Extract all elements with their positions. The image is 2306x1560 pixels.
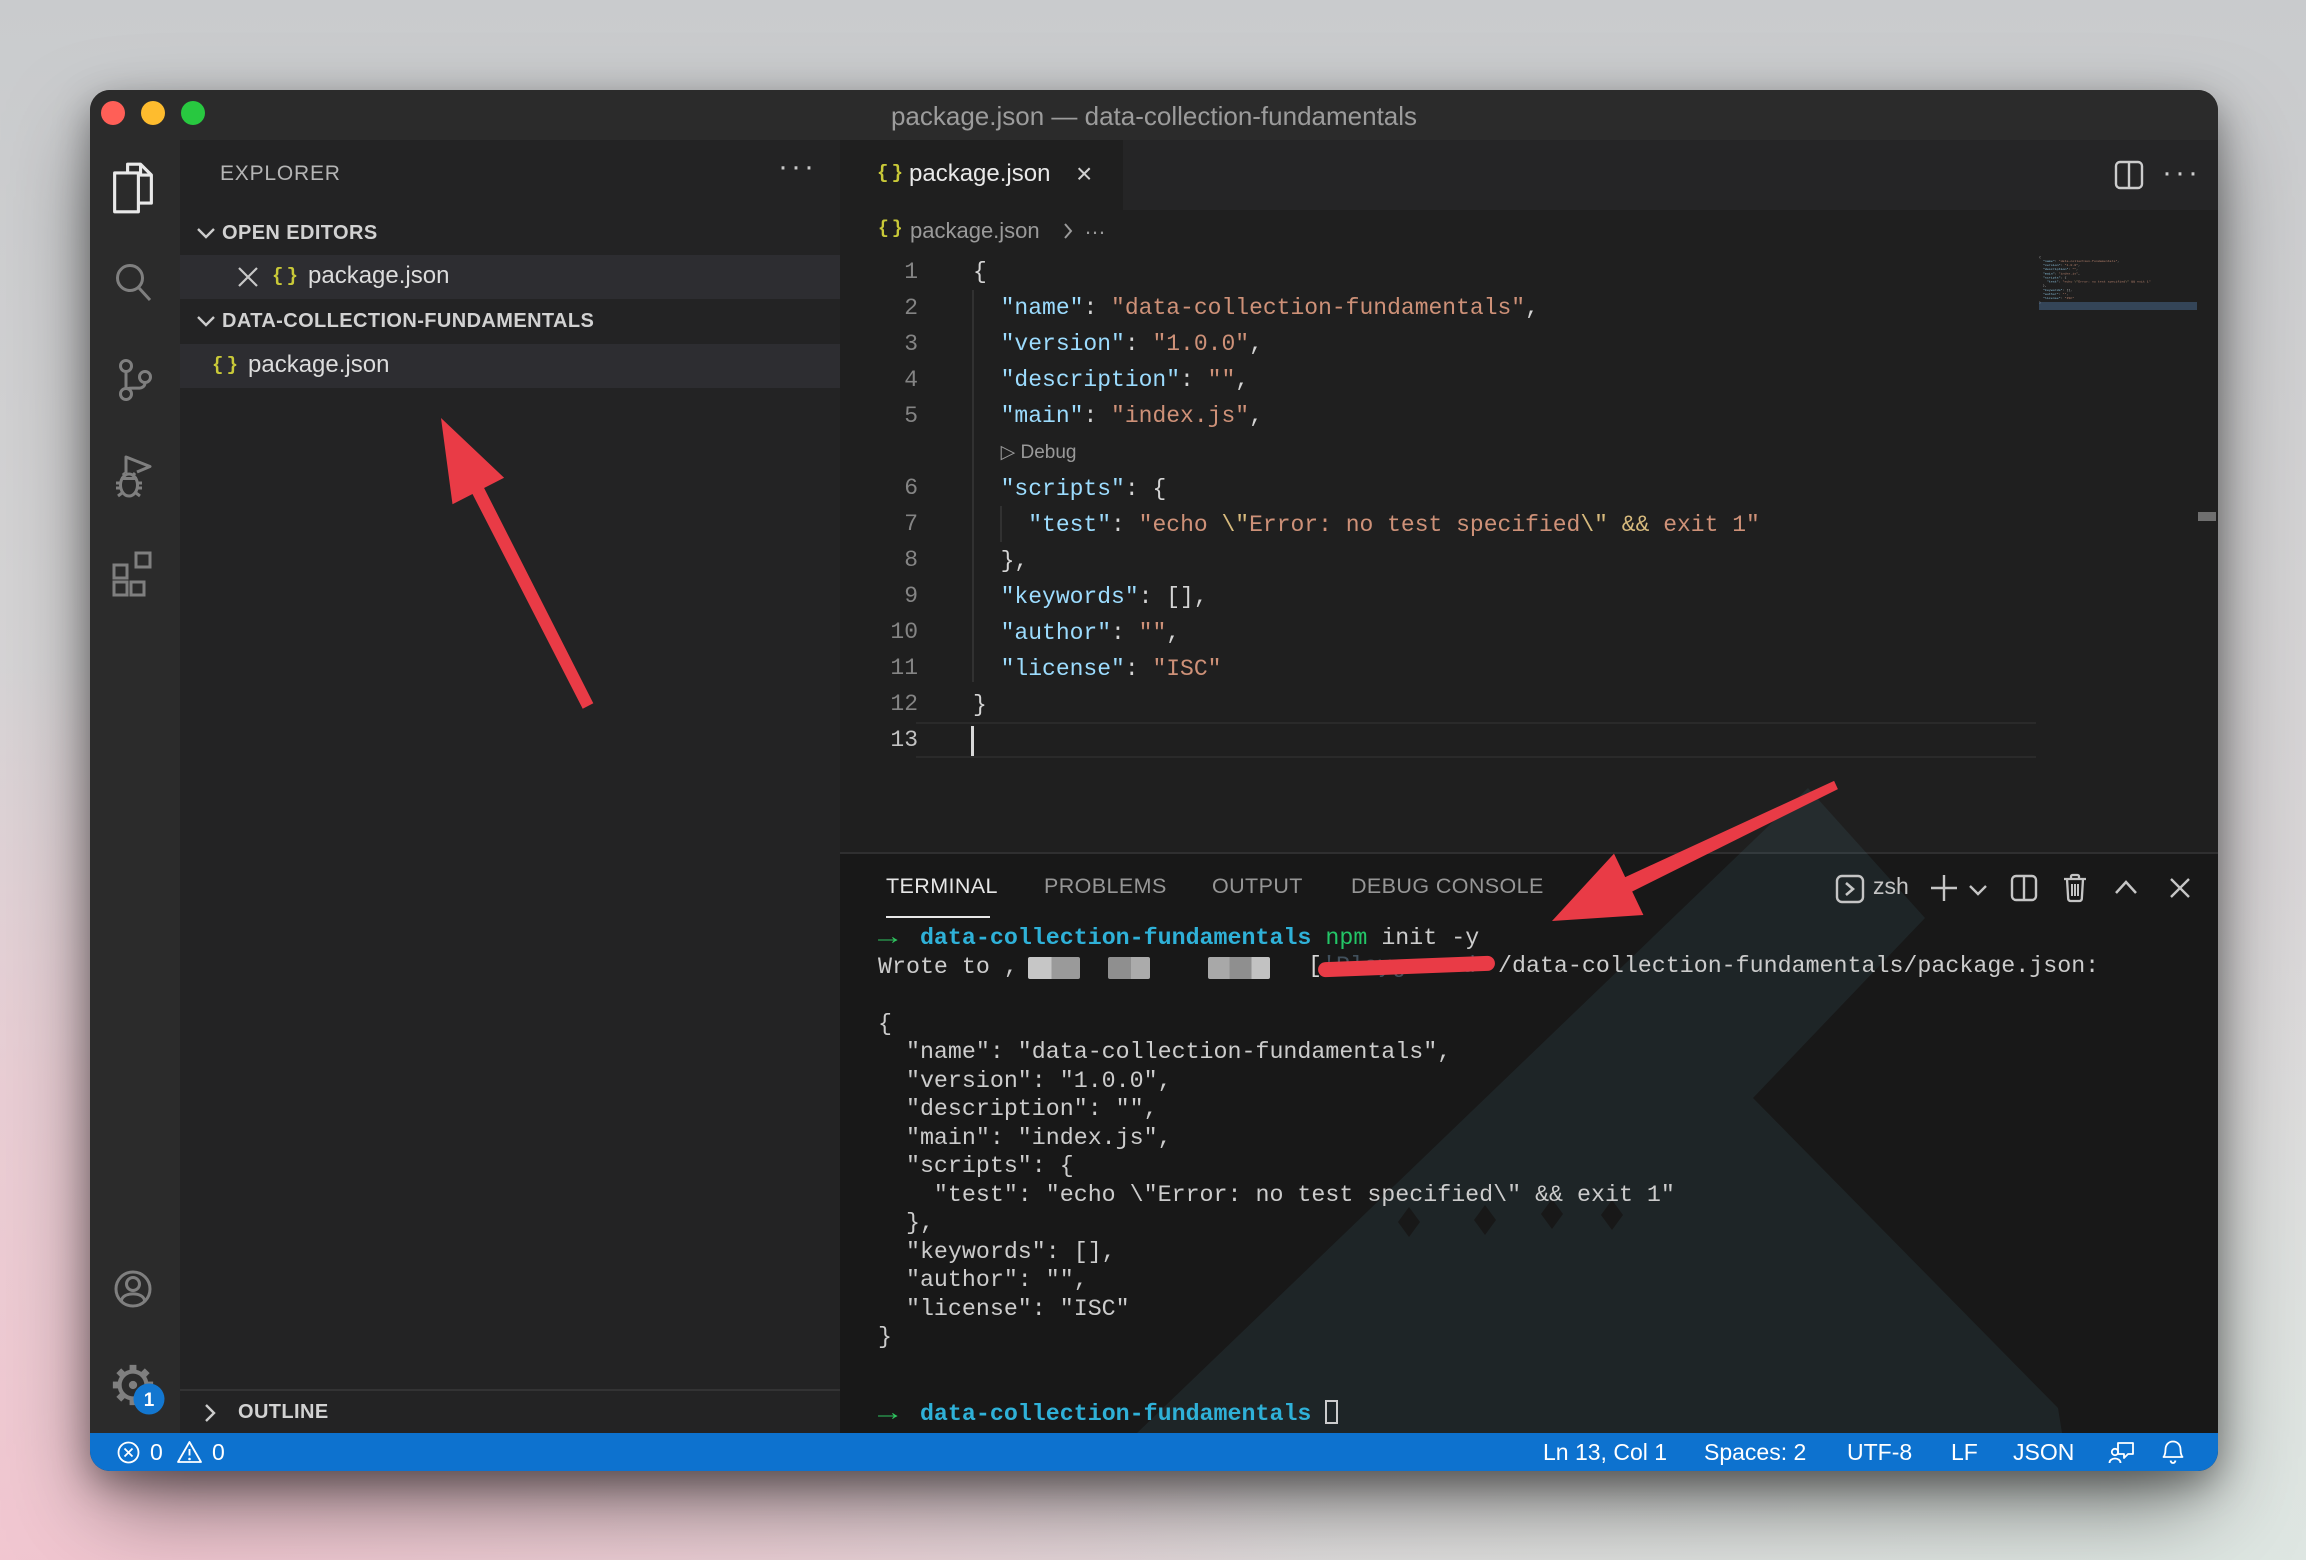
svg-text:1: 1 [144,1390,155,1411]
